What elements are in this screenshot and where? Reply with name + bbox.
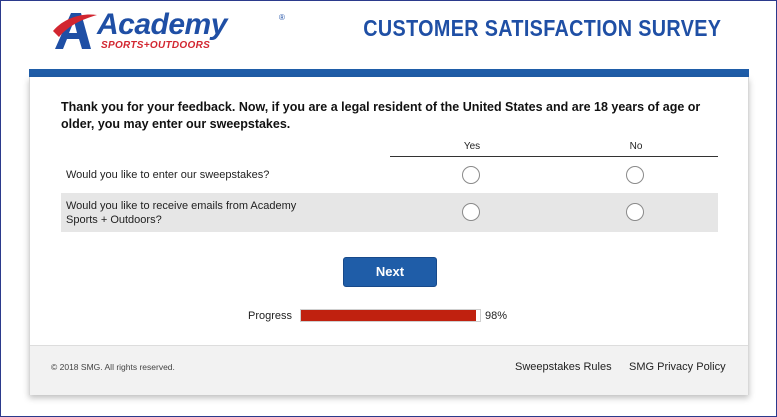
survey-panel: Thank you for your feedback. Now, if you…: [29, 77, 749, 395]
column-header-divider: [390, 156, 718, 157]
survey-title: CUSTOMER SATISFACTION SURVEY: [362, 15, 721, 41]
intro-text: Thank you for your feedback. Now, if you…: [61, 100, 701, 131]
radio-emails-yes[interactable]: [462, 203, 480, 221]
registered-mark: ®: [279, 13, 285, 22]
radio-sweepstakes-yes[interactable]: [462, 166, 480, 184]
progress-bar: [300, 309, 481, 322]
radio-emails-no[interactable]: [626, 203, 644, 221]
academy-logo: Academy ® SPORTS+OUTDOORS: [51, 8, 291, 53]
question-label: Would you like to enter our sweepstakes?: [66, 169, 270, 181]
header: Academy ® SPORTS+OUTDOORS CUSTOMER SATIS…: [29, 1, 749, 69]
progress-label: Progress: [248, 310, 293, 322]
logo-wordmark: Academy: [97, 8, 227, 41]
radio-sweepstakes-no[interactable]: [626, 166, 644, 184]
survey-page: Academy ® SPORTS+OUTDOORS CUSTOMER SATIS…: [1, 1, 776, 416]
next-button[interactable]: Next: [343, 257, 437, 287]
column-header-no: No: [629, 141, 643, 152]
question-label: Would you like to receive emails from Ac…: [66, 200, 297, 226]
footer: © 2018 SMG. All rights reserved. Sweepst…: [30, 345, 748, 395]
progress-percent: 98%: [485, 310, 508, 322]
sweepstakes-rules-link[interactable]: Sweepstakes Rules: [515, 361, 612, 373]
question-row-emails: Would you like to receive emails from Ac…: [61, 193, 718, 232]
logo-tagline: SPORTS+OUTDOORS: [101, 40, 211, 51]
academy-a-logo-icon: [53, 13, 97, 49]
privacy-policy-link[interactable]: SMG Privacy Policy: [629, 361, 726, 373]
question-row-sweepstakes: Would you like to enter our sweepstakes?: [61, 158, 718, 192]
copyright-text: © 2018 SMG. All rights reserved.: [51, 362, 175, 372]
column-header-yes: Yes: [463, 141, 481, 152]
header-divider: [29, 69, 749, 77]
progress-bar-fill: [301, 310, 477, 321]
